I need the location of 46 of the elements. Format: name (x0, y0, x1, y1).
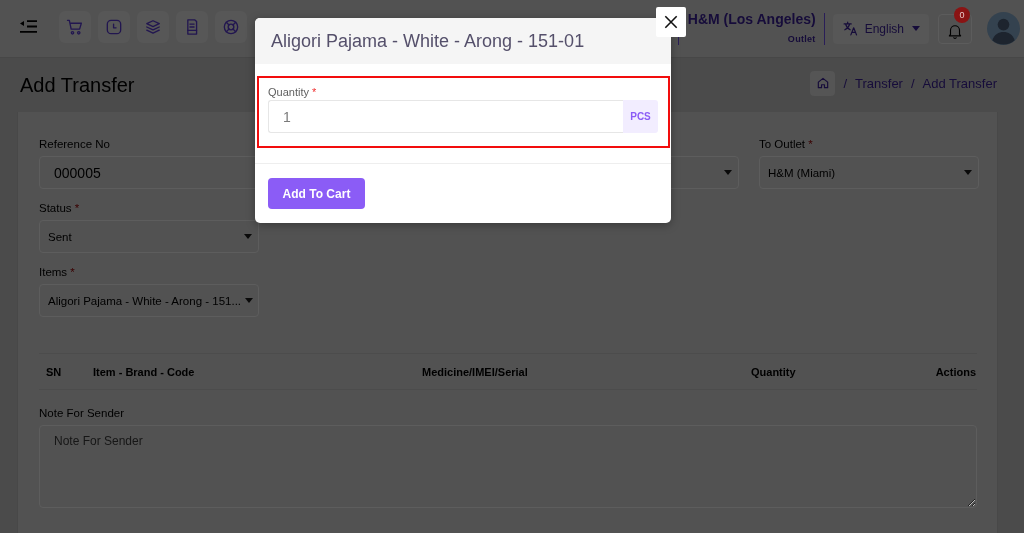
modal-title: Aligori Pajama - White - Arong - 151-01 (271, 30, 585, 52)
document-button[interactable] (176, 10, 208, 43)
field-label: To Outlet * (759, 137, 813, 151)
column-header: SN (46, 365, 62, 378)
field-label: Reference No (39, 137, 110, 151)
caret-icon (964, 170, 972, 175)
column-header: Item - Brand - Code (93, 365, 195, 378)
breadcrumb-separator: / (910, 75, 915, 91)
outlet-caption: Outlet (787, 34, 816, 45)
cart-button[interactable] (59, 10, 91, 43)
layers-button[interactable] (137, 10, 169, 43)
note-field[interactable]: Note For Sender (39, 425, 977, 508)
input-field[interactable]: 1 (268, 100, 623, 133)
caret-icon (244, 234, 252, 239)
caret-icon (724, 170, 732, 175)
column-header: Medicine/IMEI/Serial (422, 365, 528, 378)
field-label: Items * (39, 265, 75, 279)
notification-badge: 0 (954, 6, 970, 23)
outlet-name: H&M (Los Angeles) (687, 11, 816, 28)
column-header: Quantity (751, 365, 796, 378)
caret-icon (912, 26, 920, 31)
lifebuoy-button[interactable] (215, 10, 247, 43)
dropdown-field[interactable]: Aligori Pajama - White - Arong - 151... (39, 284, 259, 317)
notification-button[interactable] (938, 13, 972, 44)
dropdown-field[interactable]: Sent (39, 220, 259, 253)
home-icon (815, 76, 830, 90)
close-icon (664, 15, 678, 29)
menu-icon (20, 20, 38, 33)
dropdown-field[interactable]: H&M (Miami) (759, 156, 979, 189)
close-button[interactable] (656, 7, 686, 37)
field-label: Status * (39, 201, 80, 215)
breadcrumb-separator: / (843, 75, 847, 91)
column-header: Actions (935, 365, 976, 378)
add-to-cart-button[interactable]: Add To Cart (268, 178, 365, 209)
breadcrumb-link[interactable]: Add Transfer (922, 75, 997, 91)
breadcrumb-link[interactable]: Transfer (855, 75, 903, 91)
clock-button[interactable] (98, 10, 130, 43)
field-label: Note For Sender (39, 406, 124, 420)
language-button[interactable]: English (832, 13, 929, 44)
page-title: Add Transfer (20, 73, 135, 97)
user-avatar (987, 12, 1020, 45)
unit-addon: PCS (623, 100, 658, 133)
caret-icon (245, 298, 254, 303)
home-link[interactable] (810, 70, 836, 96)
field-label: Quantity * (268, 86, 317, 98)
translate-icon (841, 20, 859, 37)
